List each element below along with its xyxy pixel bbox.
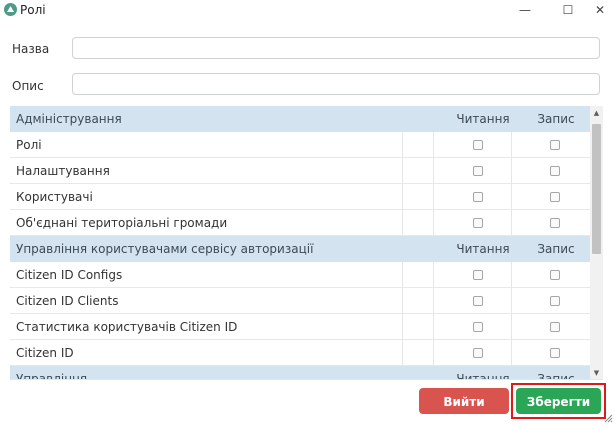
section-title: Управління користувачами сервісу авториз… [16,242,314,256]
section-header: Адміністрування Читання Запис [10,106,590,132]
window-titlebar: Ролі — ☐ ✕ [0,0,615,20]
write-checkbox[interactable] [550,140,560,150]
column-divider [433,184,434,210]
permissions-table: Адміністрування Читання Запис Ролі Налаштува… [10,106,603,380]
exit-button[interactable]: Вийти [419,388,509,414]
minimize-button[interactable]: — [510,0,540,20]
column-divider [511,340,512,366]
column-divider [511,132,512,158]
write-checkbox[interactable] [550,296,560,306]
maximize-button[interactable]: ☐ [553,0,583,20]
permission-row: Статистика користувачів Citizen ID [10,314,590,340]
permission-row: Citizen ID Configs [10,262,590,288]
write-column-header: Запис [537,372,575,380]
column-divider [402,210,403,236]
permission-row: Об'єднані територіальні громади [10,210,590,236]
permission-label: Налаштування [16,164,110,178]
column-divider [402,288,403,314]
permission-row: Citizen ID Clients [10,288,590,314]
write-checkbox[interactable] [550,192,560,202]
window-title: Ролі [20,3,46,17]
read-checkbox[interactable] [473,296,483,306]
write-checkbox[interactable] [550,270,560,280]
column-divider [402,132,403,158]
read-checkbox[interactable] [473,192,483,202]
close-button[interactable]: ✕ [585,0,615,20]
scroll-up-icon[interactable]: ▲ [590,108,603,118]
permission-label: Citizen ID Configs [16,268,123,282]
read-column-header: Читання [456,242,510,256]
description-label: Опис [12,79,44,93]
column-divider [511,210,512,236]
save-button[interactable]: Зберегти [516,388,601,414]
permission-label: Користувачі [16,190,93,204]
write-checkbox[interactable] [550,322,560,332]
column-divider [433,314,434,340]
read-column-header: Читання [456,112,510,126]
section-title: Адміністрування [16,112,122,126]
permission-label: Citizen ID [16,346,74,360]
resize-grip-icon[interactable] [604,414,613,423]
read-checkbox[interactable] [473,322,483,332]
column-divider [402,314,403,340]
section-header: Управління користувачами сервісу авториз… [10,236,590,262]
permission-row: Користувачі [10,184,590,210]
column-divider [402,262,403,288]
section-title: Управління [16,372,88,380]
write-checkbox[interactable] [550,218,560,228]
permission-row: Налаштування [10,158,590,184]
column-divider [433,340,434,366]
column-divider [433,132,434,158]
column-divider [433,210,434,236]
permission-row: Citizen ID [10,340,590,366]
name-label: Назва [12,42,50,56]
read-checkbox[interactable] [473,166,483,176]
permission-label: Citizen ID Clients [16,294,119,308]
column-divider [511,262,512,288]
column-divider [511,158,512,184]
read-checkbox[interactable] [473,140,483,150]
column-divider [511,184,512,210]
write-checkbox[interactable] [550,166,560,176]
column-divider [511,314,512,340]
scroll-down-icon[interactable]: ▼ [590,368,603,378]
table-scrollbar[interactable]: ▲ ▼ [590,106,603,379]
column-divider [402,340,403,366]
column-divider [433,288,434,314]
column-divider [402,158,403,184]
permission-label: Ролі [16,138,42,152]
write-column-header: Запис [537,112,575,126]
app-logo-icon [4,3,17,16]
permission-row: Ролі [10,132,590,158]
column-divider [511,288,512,314]
section-header: Управління Читання Запис [10,366,590,380]
read-checkbox[interactable] [473,348,483,358]
write-column-header: Запис [537,242,575,256]
permission-label: Об'єднані територіальні громади [16,216,228,230]
name-field[interactable] [72,37,600,59]
read-checkbox[interactable] [473,218,483,228]
read-checkbox[interactable] [473,270,483,280]
permission-label: Статистика користувачів Citizen ID [16,320,238,334]
description-field[interactable] [72,73,600,95]
column-divider [433,262,434,288]
read-column-header: Читання [456,372,510,380]
write-checkbox[interactable] [550,348,560,358]
scrollbar-thumb[interactable] [592,124,601,254]
column-divider [433,158,434,184]
column-divider [402,184,403,210]
